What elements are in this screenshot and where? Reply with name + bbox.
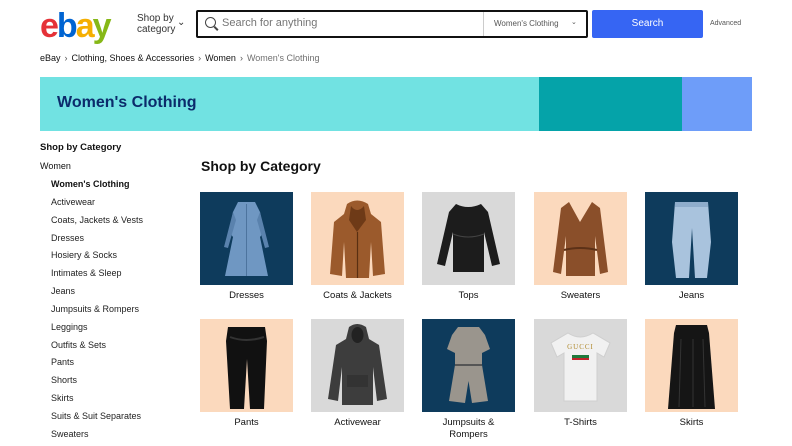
sidebar-item-women-s-clothing[interactable]: Women's Clothing <box>40 178 190 196</box>
sidebar-item-sweaters[interactable]: Sweaters <box>40 428 190 446</box>
category-tile-label: Tops <box>458 290 479 301</box>
sidebar-item-activewear[interactable]: Activewear <box>40 196 190 214</box>
sidebar-parent-women[interactable]: Women <box>40 160 190 178</box>
sidebar-item-outfits-sets[interactable]: Outfits & Sets <box>40 339 190 357</box>
category-tile-label: Coats & Jackets <box>323 290 392 301</box>
sidebar-item-suits-suit-separates[interactable]: Suits & Suit Separates <box>40 410 190 428</box>
chevron-down-icon: ⌄ <box>571 19 577 26</box>
category-tile-sweaters[interactable]: Sweaters <box>534 192 627 302</box>
dress-icon <box>200 192 293 285</box>
category-tile-label: Activewear <box>334 417 381 428</box>
search-button[interactable]: Search <box>592 10 703 38</box>
category-select-value: Women's Clothing <box>494 19 559 28</box>
category-tile-skirts[interactable]: Skirts <box>645 319 738 429</box>
shop-by-label-line2: category <box>137 24 176 35</box>
section-title: Shop by Category <box>201 158 321 174</box>
breadcrumb: eBay › Clothing, Shoes & Accessories › Women… <box>40 53 320 63</box>
sidebar-item-skirts[interactable]: Skirts <box>40 392 190 410</box>
category-tile-label: Sweaters <box>560 290 601 301</box>
category-tile-jumpsuits-rompers[interactable]: Jumpsuits & Rompers <box>422 319 515 441</box>
top-icon <box>422 192 515 285</box>
tshirt-icon: GUCCI <box>534 319 627 412</box>
chevron-right-icon: › <box>239 53 243 63</box>
chevron-right-icon: › <box>64 53 68 63</box>
category-sidebar: Shop by Category Women Women's Clothing A… <box>40 142 190 446</box>
chevron-down-icon[interactable]: ⌄ <box>177 17 185 28</box>
category-tile-label: Skirts <box>679 417 704 428</box>
sidebar-heading: Shop by Category <box>40 142 122 153</box>
category-tile-label: Jeans <box>678 290 705 301</box>
category-tile-label: T-Shirts <box>564 417 597 428</box>
romper-icon <box>422 319 515 412</box>
search-input[interactable] <box>222 17 472 29</box>
breadcrumb-ebay[interactable]: eBay <box>40 53 61 63</box>
sidebar-item-coats-jackets-vests[interactable]: Coats, Jackets & Vests <box>40 214 190 232</box>
sidebar-item-jumpsuits-rompers[interactable]: Jumpsuits & Rompers <box>40 303 190 321</box>
sidebar-item-dresses[interactable]: Dresses <box>40 232 190 250</box>
chevron-right-icon: › <box>198 53 202 63</box>
pants-icon <box>200 319 293 412</box>
hoodie-icon <box>311 319 404 412</box>
ebay-logo[interactable]: ebay <box>40 6 112 46</box>
search-icon <box>205 17 216 28</box>
sweater-icon <box>534 192 627 285</box>
sidebar-item-shorts[interactable]: Shorts <box>40 374 190 392</box>
sidebar-item-pants[interactable]: Pants <box>40 356 190 374</box>
category-tile-activewear[interactable]: Activewear <box>311 319 404 429</box>
skirt-icon <box>645 319 738 412</box>
breadcrumb-current: Women's Clothing <box>246 53 320 63</box>
shop-by-category-button[interactable]: Shop by category <box>137 13 175 35</box>
advanced-search-link[interactable]: Advanced <box>710 20 741 27</box>
breadcrumb-clothing[interactable]: Clothing, Shoes & Accessories <box>72 53 195 63</box>
page-title: Women's Clothing <box>57 94 197 111</box>
category-tile-pants[interactable]: Pants <box>200 319 293 429</box>
jacket-icon <box>311 192 404 285</box>
sidebar-item-hosiery-socks[interactable]: Hosiery & Socks <box>40 249 190 267</box>
jeans-icon <box>645 192 738 285</box>
sidebar-item-leggings[interactable]: Leggings <box>40 321 190 339</box>
category-tile-t-shirts[interactable]: GUCCI T-Shirts <box>534 319 627 429</box>
category-tile-label: Jumpsuits & Rompers <box>442 417 495 440</box>
category-tile-label: Pants <box>234 417 259 428</box>
tshirt-print-text: GUCCI <box>567 343 594 351</box>
shop-by-label-line1: Shop by <box>137 13 174 24</box>
category-tile-coats-jackets[interactable]: Coats & Jackets <box>311 192 404 302</box>
banner-panel-3 <box>682 77 752 131</box>
category-tile-jeans[interactable]: Jeans <box>645 192 738 302</box>
category-tile-label: Dresses <box>229 290 264 301</box>
banner-panel-2 <box>539 77 682 131</box>
category-tile-tops[interactable]: Tops <box>422 192 515 302</box>
category-tile-dresses[interactable]: Dresses <box>200 192 293 302</box>
sidebar-item-intimates-sleep[interactable]: Intimates & Sleep <box>40 267 190 285</box>
breadcrumb-women[interactable]: Women <box>205 53 236 63</box>
sidebar-item-jeans[interactable]: Jeans <box>40 285 190 303</box>
